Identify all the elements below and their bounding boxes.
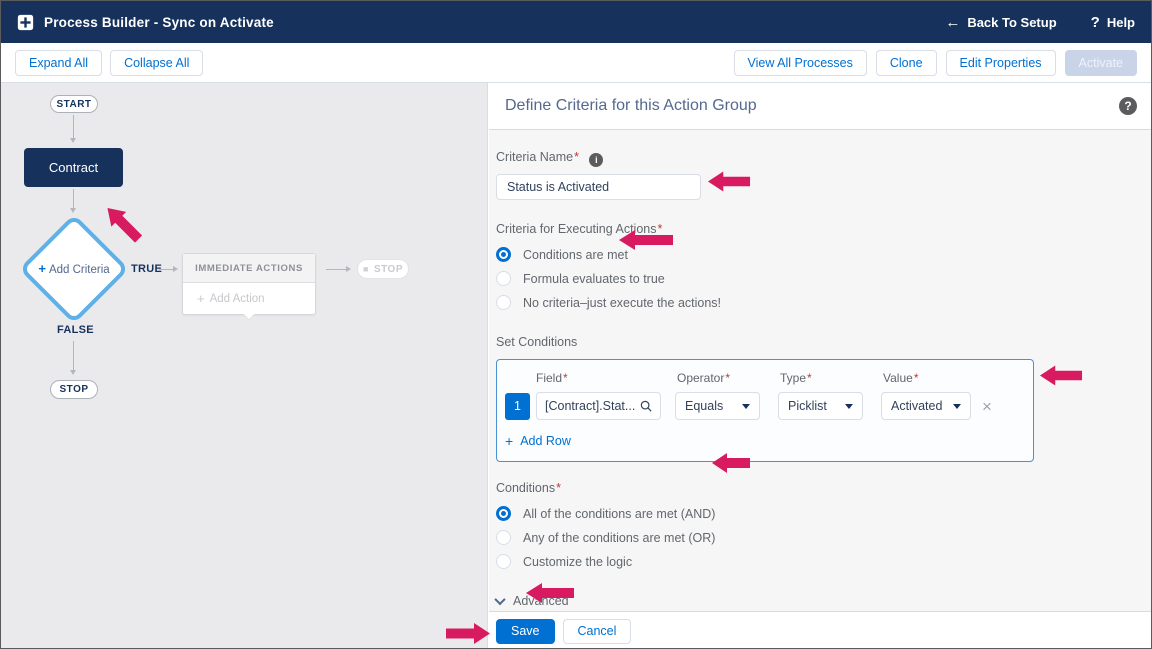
radio-icon — [496, 271, 511, 286]
operator-select[interactable]: Equals — [675, 392, 760, 420]
condition-column-headers: Field* Operator* Type* Value* — [536, 371, 1019, 385]
radio-selected-icon — [496, 247, 511, 262]
toolbar: Expand All Collapse All View All Process… — [1, 43, 1151, 83]
panel-footer: Save Cancel — [489, 611, 1152, 649]
radio-formula-evaluates[interactable]: Formula evaluates to true — [496, 271, 1137, 286]
set-conditions-label: Set Conditions — [496, 335, 577, 349]
radio-no-criteria[interactable]: No criteria–just execute the actions! — [496, 295, 1137, 310]
set-conditions-section: Set Conditions Field* Operator* Type* Va… — [496, 333, 1137, 462]
row-number-badge: 1 — [505, 393, 530, 420]
immediate-actions-header: IMMEDIATE ACTIONS — [183, 254, 315, 283]
search-icon — [640, 400, 652, 412]
radio-icon — [496, 530, 511, 545]
radio-icon — [496, 295, 511, 310]
panel-help-icon[interactable]: ? — [1119, 97, 1137, 115]
add-row-button[interactable]: +Add Row — [505, 433, 1019, 449]
chevron-down-icon — [742, 404, 750, 409]
criteria-name-label: Criteria Name* — [496, 150, 579, 164]
expand-all-button[interactable]: Expand All — [15, 50, 102, 76]
advanced-section: Advanced Do you want to execute the acti… — [496, 594, 1137, 611]
advanced-toggle[interactable]: Advanced — [496, 594, 1137, 608]
connector-start-contract — [73, 115, 74, 141]
type-select[interactable]: Picklist — [778, 392, 863, 420]
page-title: Process Builder - Sync on Activate — [44, 15, 274, 30]
false-label: FALSE — [57, 324, 94, 336]
radio-any-conditions-or[interactable]: Any of the conditions are met (OR) — [496, 530, 1137, 545]
cancel-button[interactable]: Cancel — [563, 619, 632, 644]
panel-title: Define Criteria for this Action Group — [505, 97, 757, 115]
view-all-processes-button[interactable]: View All Processes — [734, 50, 867, 76]
connector-true — [159, 269, 176, 270]
conditions-label: Conditions* — [496, 481, 561, 495]
executing-actions-section: Criteria for Executing Actions* Conditio… — [496, 220, 1137, 310]
panel-header: Define Criteria for this Action Group ? — [489, 83, 1152, 130]
app-header: Process Builder - Sync on Activate ← Bac… — [1, 1, 1151, 43]
plus-icon: + — [505, 433, 513, 449]
back-arrow-icon: ← — [945, 14, 960, 31]
save-button[interactable]: Save — [496, 619, 555, 644]
conditions-logic-section: Conditions* All of the conditions are me… — [496, 479, 1137, 569]
help-icon: ? — [1091, 14, 1100, 31]
criteria-panel: Define Criteria for this Action Group ? … — [489, 83, 1152, 649]
conditions-builder: Field* Operator* Type* Value* 1 [Contrac… — [496, 359, 1034, 462]
field-lookup-input[interactable]: [Contract].Stat... — [536, 392, 661, 420]
add-criteria-label[interactable]: +Add Criteria — [11, 261, 137, 276]
connector-false-stop — [73, 341, 74, 373]
process-builder-window: Process Builder - Sync on Activate ← Bac… — [0, 0, 1152, 649]
criteria-name-input[interactable] — [496, 174, 701, 200]
value-select[interactable]: Activated — [881, 392, 971, 420]
stop-node-false: STOP — [50, 380, 98, 399]
process-canvas: START Contract +Add Criteria TRUE IMMEDI… — [1, 83, 488, 649]
chevron-down-icon — [953, 404, 961, 409]
criteria-name-section: Criteria Name* i — [496, 148, 1137, 200]
remove-row-icon[interactable]: × — [982, 398, 992, 415]
panel-body: Criteria Name* i Criteria for Executing … — [489, 130, 1152, 611]
radio-all-conditions-and[interactable]: All of the conditions are met (AND) — [496, 506, 1137, 521]
plus-icon: + — [197, 291, 205, 306]
radio-conditions-are-met[interactable]: Conditions are met — [496, 247, 1137, 262]
help-link[interactable]: ? Help — [1091, 14, 1135, 31]
stop-square-icon: ■ — [363, 264, 369, 274]
plus-icon: + — [38, 261, 46, 276]
clone-button[interactable]: Clone — [876, 50, 937, 76]
collapse-all-button[interactable]: Collapse All — [110, 50, 203, 76]
radio-icon — [496, 554, 511, 569]
start-node: START — [50, 95, 98, 113]
chevron-down-icon — [494, 594, 505, 605]
condition-row: 1 [Contract].Stat... Equals Picklist — [505, 392, 1019, 420]
chevron-down-icon — [845, 404, 853, 409]
immediate-actions-box: IMMEDIATE ACTIONS +Add Action — [182, 253, 316, 315]
process-builder-icon — [17, 14, 34, 31]
radio-customize-logic[interactable]: Customize the logic — [496, 554, 1137, 569]
connector-actions-stop — [326, 269, 349, 270]
true-label: TRUE — [131, 263, 162, 275]
stop-node-after-actions: ■ STOP — [357, 259, 409, 279]
executing-actions-label: Criteria for Executing Actions* — [496, 222, 662, 236]
record-node-contract[interactable]: Contract — [24, 148, 123, 187]
info-icon[interactable]: i — [589, 153, 603, 167]
connector-contract-criteria — [73, 189, 74, 211]
radio-selected-icon — [496, 506, 511, 521]
activate-button[interactable]: Activate — [1065, 50, 1137, 76]
back-to-setup-link[interactable]: ← Back To Setup — [945, 14, 1056, 31]
edit-properties-button[interactable]: Edit Properties — [946, 50, 1056, 76]
